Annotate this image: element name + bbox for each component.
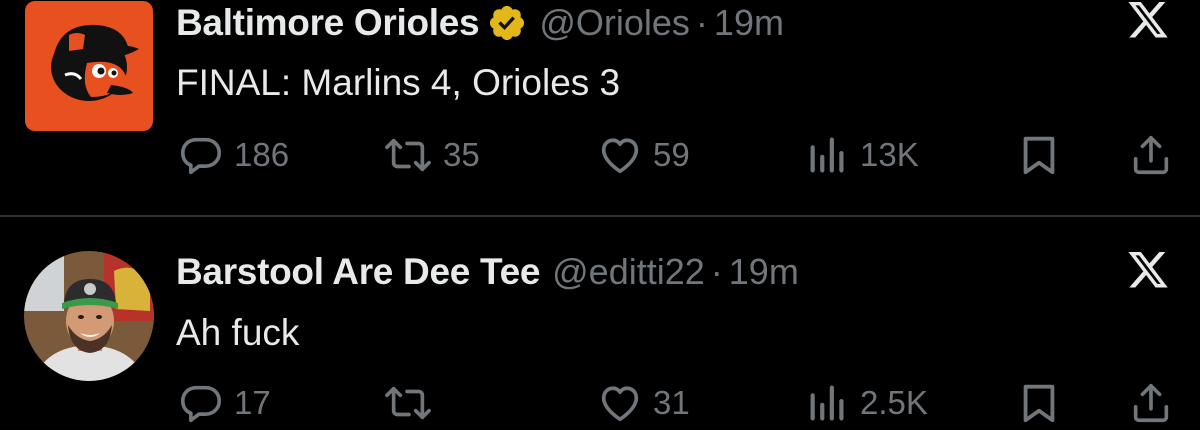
user-avatar[interactable] xyxy=(24,251,154,381)
timestamp[interactable]: 19m xyxy=(714,2,784,44)
tweet-text: FINAL: Marlins 4, Orioles 3 xyxy=(176,62,621,103)
share-button[interactable] xyxy=(1128,128,1174,182)
like-count: 31 xyxy=(653,384,690,421)
handle[interactable]: @editti22 xyxy=(552,251,705,293)
orioles-avatar[interactable] xyxy=(25,1,153,131)
tweet-header: Barstool Are Dee Tee @editti22 · 19m xyxy=(176,247,799,297)
tweet[interactable]: Baltimore Orioles @Orioles · 19m FINAL: … xyxy=(0,0,1200,215)
tweet-header: Baltimore Orioles @Orioles · 19m xyxy=(176,0,784,48)
like-icon xyxy=(601,386,639,422)
action-bar: 17 31 2.5K xyxy=(0,376,1200,430)
reply-count: 17 xyxy=(234,384,271,421)
retweet-button[interactable]: 35 xyxy=(383,128,480,182)
verified-badge-icon[interactable] xyxy=(487,3,527,43)
like-count: 59 xyxy=(653,136,690,173)
like-button[interactable]: 59 xyxy=(597,128,690,182)
share-button[interactable] xyxy=(1128,376,1174,430)
bookmark-button[interactable] xyxy=(1016,376,1062,430)
reply-icon xyxy=(180,137,222,175)
share-icon xyxy=(1133,383,1169,423)
views-icon xyxy=(810,137,844,173)
reply-button[interactable]: 186 xyxy=(178,128,289,182)
reply-button[interactable]: 17 xyxy=(178,376,271,430)
retweet-count: 35 xyxy=(443,136,480,173)
view-count: 2.5K xyxy=(860,384,928,421)
timestamp[interactable]: 19m xyxy=(729,251,799,293)
view-count: 13K xyxy=(860,136,919,173)
views-icon xyxy=(810,385,844,421)
views-button[interactable]: 13K xyxy=(806,128,919,182)
display-name[interactable]: Baltimore Orioles xyxy=(176,2,480,44)
views-button[interactable]: 2.5K xyxy=(806,376,928,430)
display-name[interactable]: Barstool Are Dee Tee xyxy=(176,251,540,293)
orioles-bird-logo-icon xyxy=(25,1,153,131)
handle[interactable]: @Orioles xyxy=(539,2,690,44)
like-icon xyxy=(601,138,639,174)
user-photo-icon xyxy=(24,251,154,381)
separator-dot: · xyxy=(710,251,723,292)
x-logo-icon xyxy=(1126,2,1170,42)
tweet-text: Ah fuck xyxy=(176,312,300,353)
retweet-button[interactable] xyxy=(383,376,443,430)
action-bar: 186 35 59 13K xyxy=(0,128,1200,182)
reply-icon xyxy=(180,385,222,423)
retweet-icon xyxy=(385,386,431,420)
separator-dot: · xyxy=(695,2,708,43)
retweet-icon xyxy=(385,138,431,172)
bookmark-icon xyxy=(1023,136,1055,175)
bookmark-icon xyxy=(1023,384,1055,423)
bookmark-button[interactable] xyxy=(1016,128,1062,182)
tweet[interactable]: Barstool Are Dee Tee @editti22 · 19m Ah … xyxy=(0,217,1200,429)
share-icon xyxy=(1133,135,1169,175)
reply-count: 186 xyxy=(234,136,290,173)
like-button[interactable]: 31 xyxy=(597,376,690,430)
x-logo-icon xyxy=(1126,252,1170,292)
